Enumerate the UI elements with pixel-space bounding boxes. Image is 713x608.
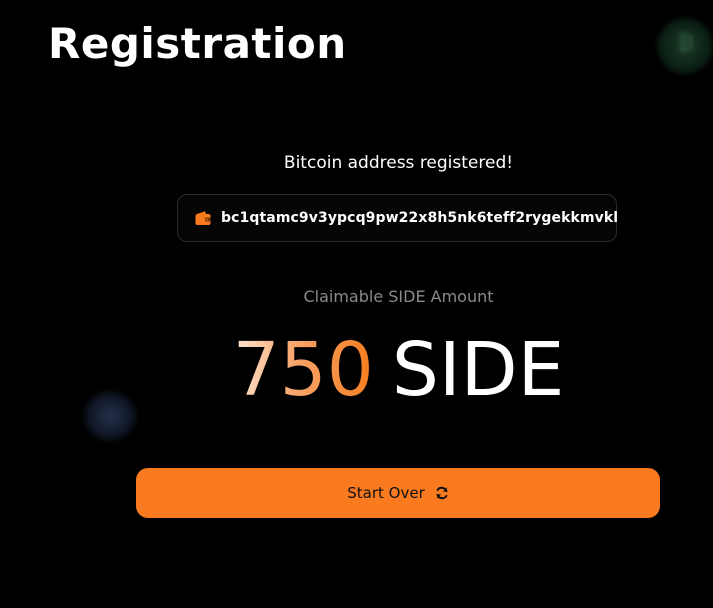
wallet-icon bbox=[194, 210, 212, 226]
bitcoin-address-box: bc1qtamc9v3ypcq9pw22x8h5nk6teff2rygekkmv… bbox=[177, 194, 619, 242]
registration-page: ₿ Registration Bitcoin address registere… bbox=[0, 0, 713, 608]
page-title: Registration bbox=[48, 19, 347, 68]
claimable-amount-label: Claimable SIDE Amount bbox=[303, 287, 494, 306]
start-over-button[interactable]: Start Over bbox=[136, 468, 660, 518]
bitcoin-address: bc1qtamc9v3ypcq9pw22x8h5nk6teff2rygekkmv… bbox=[221, 210, 619, 226]
amount-value: 750 bbox=[232, 327, 374, 413]
refresh-icon bbox=[435, 486, 449, 500]
registration-status-text: Bitcoin address registered! bbox=[283, 153, 514, 173]
amount-unit: SIDE bbox=[391, 327, 565, 413]
bitcoin-coin-icon: ₿ bbox=[657, 18, 713, 74]
claimable-amount: 750 SIDE bbox=[0, 330, 713, 410]
start-over-label: Start Over bbox=[347, 484, 425, 502]
